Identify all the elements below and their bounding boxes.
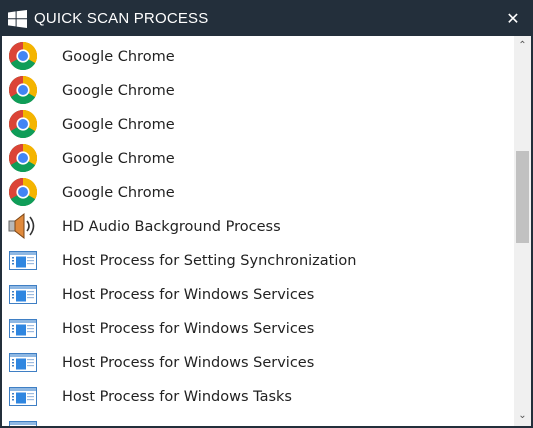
process-name: HD Audio Background Process — [62, 219, 281, 235]
scroll-down-button[interactable]: ⌄ — [514, 406, 531, 426]
chrome-icon — [7, 41, 39, 71]
window-title: QUICK SCAN PROCESS — [34, 10, 209, 27]
close-button[interactable]: ✕ — [503, 8, 523, 30]
chevron-down-icon[interactable]: ⌄ — [518, 410, 526, 421]
process-row[interactable]: Google Chrome — [2, 141, 514, 175]
process-row[interactable]: Google Chrome — [2, 175, 514, 209]
process-row[interactable]: Host Process for Windows Services — [2, 345, 514, 379]
process-name: Host Process for Windows Services — [62, 287, 315, 303]
process-row[interactable]: Host Process for Windows Tasks — [2, 379, 514, 413]
chrome-icon — [7, 177, 39, 207]
process-name: Google Chrome — [62, 117, 175, 133]
app-window-icon — [7, 279, 39, 309]
app-window-icon — [7, 415, 39, 426]
process-name: Host Process for Windows Tasks — [62, 389, 292, 405]
scroll-up-button[interactable]: ⌃ — [514, 36, 531, 56]
process-list[interactable]: Google Chrome Google Chrome Google Chrome G… — [2, 36, 514, 426]
process-name: Google Chrome — [62, 83, 175, 99]
chrome-icon — [7, 75, 39, 105]
title-bar: QUICK SCAN PROCESS ✕ — [2, 2, 531, 36]
process-name: Google Chrome — [62, 49, 175, 65]
chrome-icon — [7, 109, 39, 139]
app-window-icon — [7, 245, 39, 275]
process-row[interactable] — [2, 413, 514, 426]
app-window-icon — [7, 381, 39, 411]
scrollbar-thumb[interactable] — [516, 151, 529, 243]
process-row[interactable]: Host Process for Windows Services — [2, 277, 514, 311]
quick-scan-window: QUICK SCAN PROCESS ✕ Google Chrome Google… — [0, 0, 533, 428]
process-row[interactable]: Google Chrome — [2, 107, 514, 141]
process-row[interactable]: HD Audio Background Process — [2, 209, 514, 243]
process-row[interactable]: Host Process for Windows Services — [2, 311, 514, 345]
app-window-icon — [7, 313, 39, 343]
process-name: Google Chrome — [62, 151, 175, 167]
speaker-icon — [7, 211, 39, 241]
close-icon[interactable]: ✕ — [506, 9, 519, 28]
process-name: Host Process for Setting Synchronization — [62, 253, 357, 269]
chrome-icon — [7, 143, 39, 173]
process-row[interactable]: Google Chrome — [2, 73, 514, 107]
process-name: Host Process for Windows Services — [62, 321, 315, 337]
process-name: Google Chrome — [62, 185, 175, 201]
process-row[interactable]: Google Chrome — [2, 39, 514, 73]
chevron-up-icon[interactable]: ⌃ — [518, 40, 526, 51]
process-row[interactable]: Host Process for Setting Synchronization — [2, 243, 514, 277]
windows-logo-icon — [8, 10, 27, 32]
process-name: Host Process for Windows Services — [62, 355, 315, 371]
vertical-scrollbar[interactable]: ⌃ ⌄ — [514, 36, 531, 426]
app-window-icon — [7, 347, 39, 377]
